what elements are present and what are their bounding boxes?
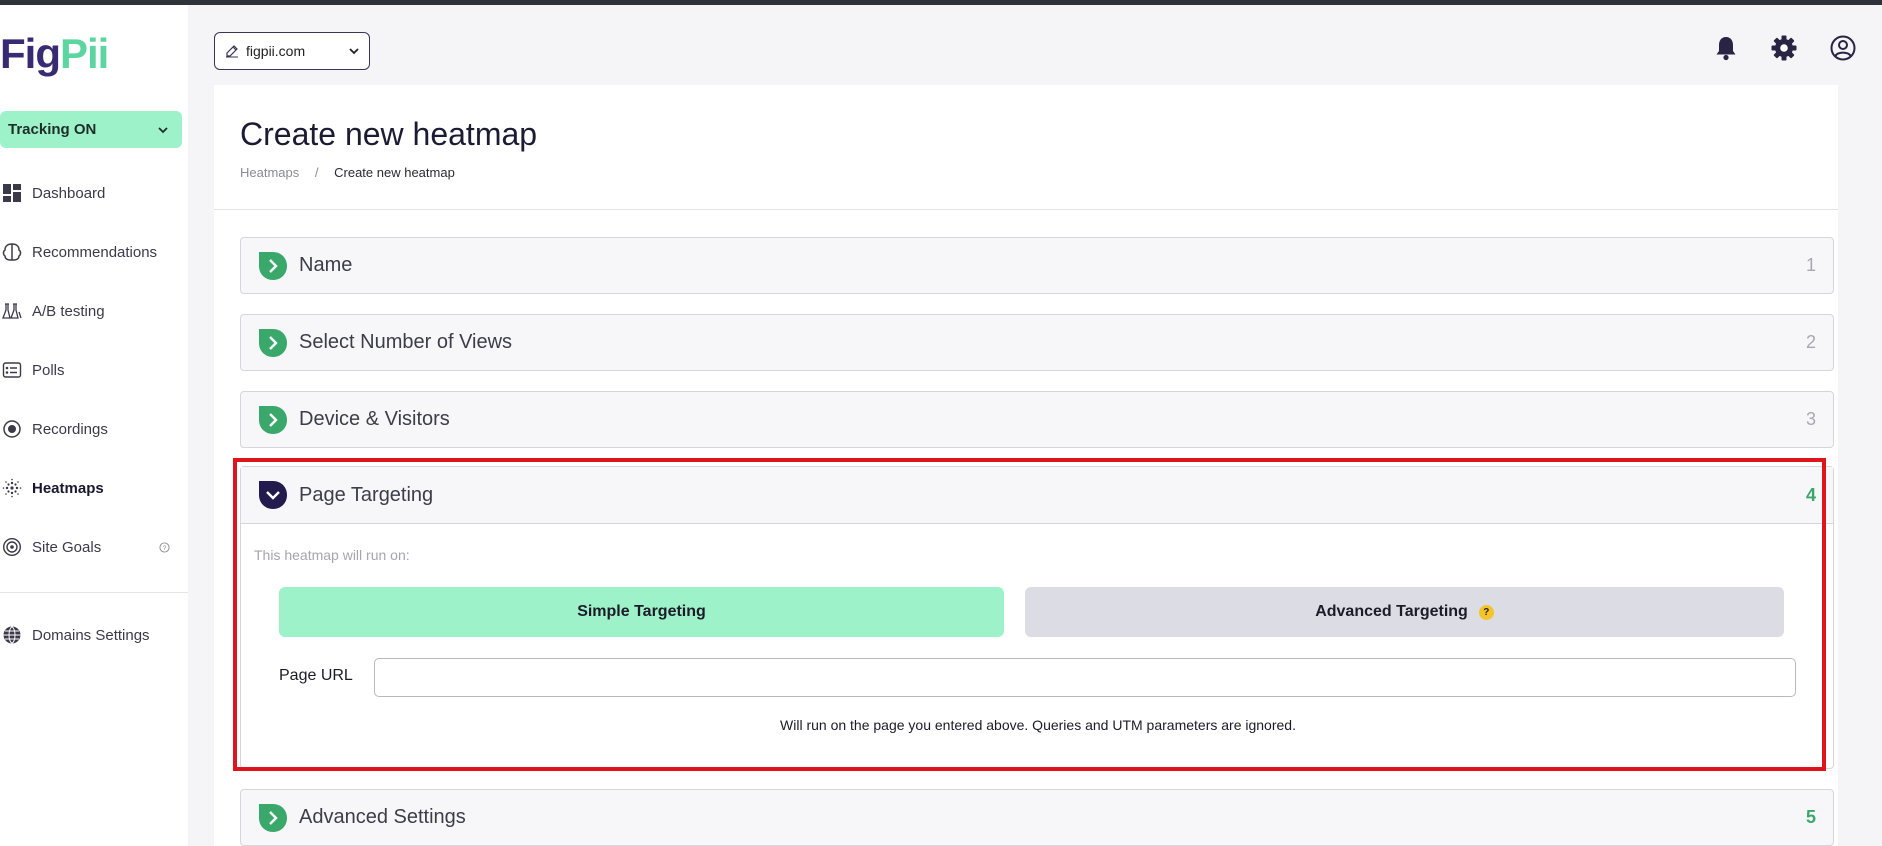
poll-icon [1, 359, 23, 381]
tracking-label: Tracking ON [8, 121, 97, 138]
header-divider [214, 209, 1838, 210]
sidebar-item-heatmaps[interactable]: Heatmaps [0, 473, 188, 503]
step-number: 5 [1805, 807, 1816, 827]
target-icon [1, 536, 23, 558]
runs-on-label: This heatmap will run on: [254, 547, 410, 563]
step-number: 4 [1805, 484, 1816, 505]
sidebar-item-site-goals[interactable]: Site Goals ? [0, 532, 188, 562]
sidebar-item-label: Site Goals [32, 538, 102, 556]
breadcrumb: Heatmaps / Create new heatmap [240, 165, 455, 180]
sidebar-item-dashboard[interactable]: Dashboard [0, 178, 188, 208]
notifications-bell-icon[interactable] [1712, 34, 1740, 62]
sidebar-item-label: Heatmaps [32, 479, 104, 497]
breadcrumb-current: Create new heatmap [334, 165, 455, 180]
logo-part-pii: Pii [59, 30, 109, 77]
sidebar-item-label: Recordings [32, 420, 108, 438]
step-select-number-of-views[interactable]: Select Number of Views 2 [240, 314, 1834, 371]
logo-part-fig: Fig [0, 30, 61, 77]
step-header[interactable]: Page Targeting 4 [241, 467, 1833, 524]
step-complete-arrow-icon [259, 803, 287, 832]
step-title: Select Number of Views [299, 331, 513, 353]
page-url-help-text: Will run on the page you entered above. … [780, 717, 1296, 733]
domain-select[interactable]: figpii.com [214, 32, 370, 70]
step-name[interactable]: Name 1 [240, 237, 1834, 294]
step-title: Page Targeting [299, 483, 434, 506]
step-expanded-chevron-icon [259, 481, 287, 509]
globe-icon [1, 624, 23, 646]
window-top-strip [0, 0, 1882, 5]
step-title: Name [299, 254, 353, 276]
step-complete-arrow-icon [259, 251, 287, 280]
sidebar-item-polls[interactable]: Polls [0, 355, 188, 385]
sidebar-item-recordings[interactable]: Recordings [0, 414, 188, 444]
settings-gear-icon[interactable] [1770, 34, 1798, 62]
sidebar-item-label: Dashboard [32, 184, 106, 202]
chevron-down-icon [349, 48, 359, 55]
heatmap-icon [1, 477, 23, 499]
page-url-label: Page URL [279, 667, 353, 684]
simple-targeting-label: Simple Targeting [577, 603, 706, 620]
sidebar-item-ab-testing[interactable]: A/B testing [0, 296, 188, 326]
dashboard-icon [1, 182, 23, 204]
svg-text:?: ? [163, 544, 167, 551]
advanced-targeting-label: Advanced Targeting [1315, 603, 1468, 620]
sidebar-item-label: Recommendations [32, 243, 158, 261]
user-account-icon[interactable] [1829, 34, 1857, 62]
tracking-toggle[interactable]: Tracking ON [0, 111, 182, 148]
sidebar-item-domains-settings[interactable]: Domains Settings [0, 620, 188, 650]
step-complete-arrow-icon [259, 328, 287, 357]
step-title: Device & Visitors [299, 408, 450, 430]
question-help-icon[interactable]: ? [1478, 604, 1494, 620]
sidebar-item-label: A/B testing [32, 302, 105, 320]
advanced-targeting-button[interactable]: Advanced Targeting ? [1025, 587, 1784, 637]
record-icon [1, 418, 23, 440]
step-device-visitors[interactable]: Device & Visitors 3 [240, 391, 1834, 448]
chevron-down-icon [158, 126, 168, 133]
breadcrumb-link-heatmaps[interactable]: Heatmaps [240, 165, 299, 180]
main-content: Create new heatmap Heatmaps / Create new… [214, 85, 1838, 846]
page-title: Create new heatmap [240, 116, 538, 152]
step-title: Advanced Settings [299, 806, 466, 828]
step-number: 3 [1805, 409, 1816, 429]
help-circle-icon[interactable]: ? [159, 541, 170, 553]
page-url-input[interactable] [374, 658, 1796, 697]
step-advanced-settings[interactable]: Advanced Settings 5 [240, 789, 1834, 846]
figpii-logo[interactable]: FigPii [0, 30, 109, 77]
brain-icon [1, 241, 23, 263]
edit-icon [226, 45, 238, 58]
sidebar-item-recommendations[interactable]: Recommendations [0, 237, 188, 267]
domain-select-value: figpii.com [246, 43, 306, 59]
flask-icon [1, 300, 23, 322]
sidebar: FigPii Tracking ON Dashboard Recommendat… [0, 5, 188, 846]
step-complete-arrow-icon [259, 405, 287, 434]
sidebar-divider [0, 592, 188, 593]
breadcrumb-separator: / [314, 165, 319, 180]
step-page-targeting: Page Targeting 4 This heatmap will run o… [240, 466, 1834, 769]
sidebar-item-label: Polls [32, 361, 65, 379]
simple-targeting-button[interactable]: Simple Targeting [279, 587, 1004, 637]
step-number: 1 [1805, 255, 1816, 275]
step-number: 2 [1805, 332, 1816, 352]
sidebar-item-label: Domains Settings [32, 626, 150, 644]
